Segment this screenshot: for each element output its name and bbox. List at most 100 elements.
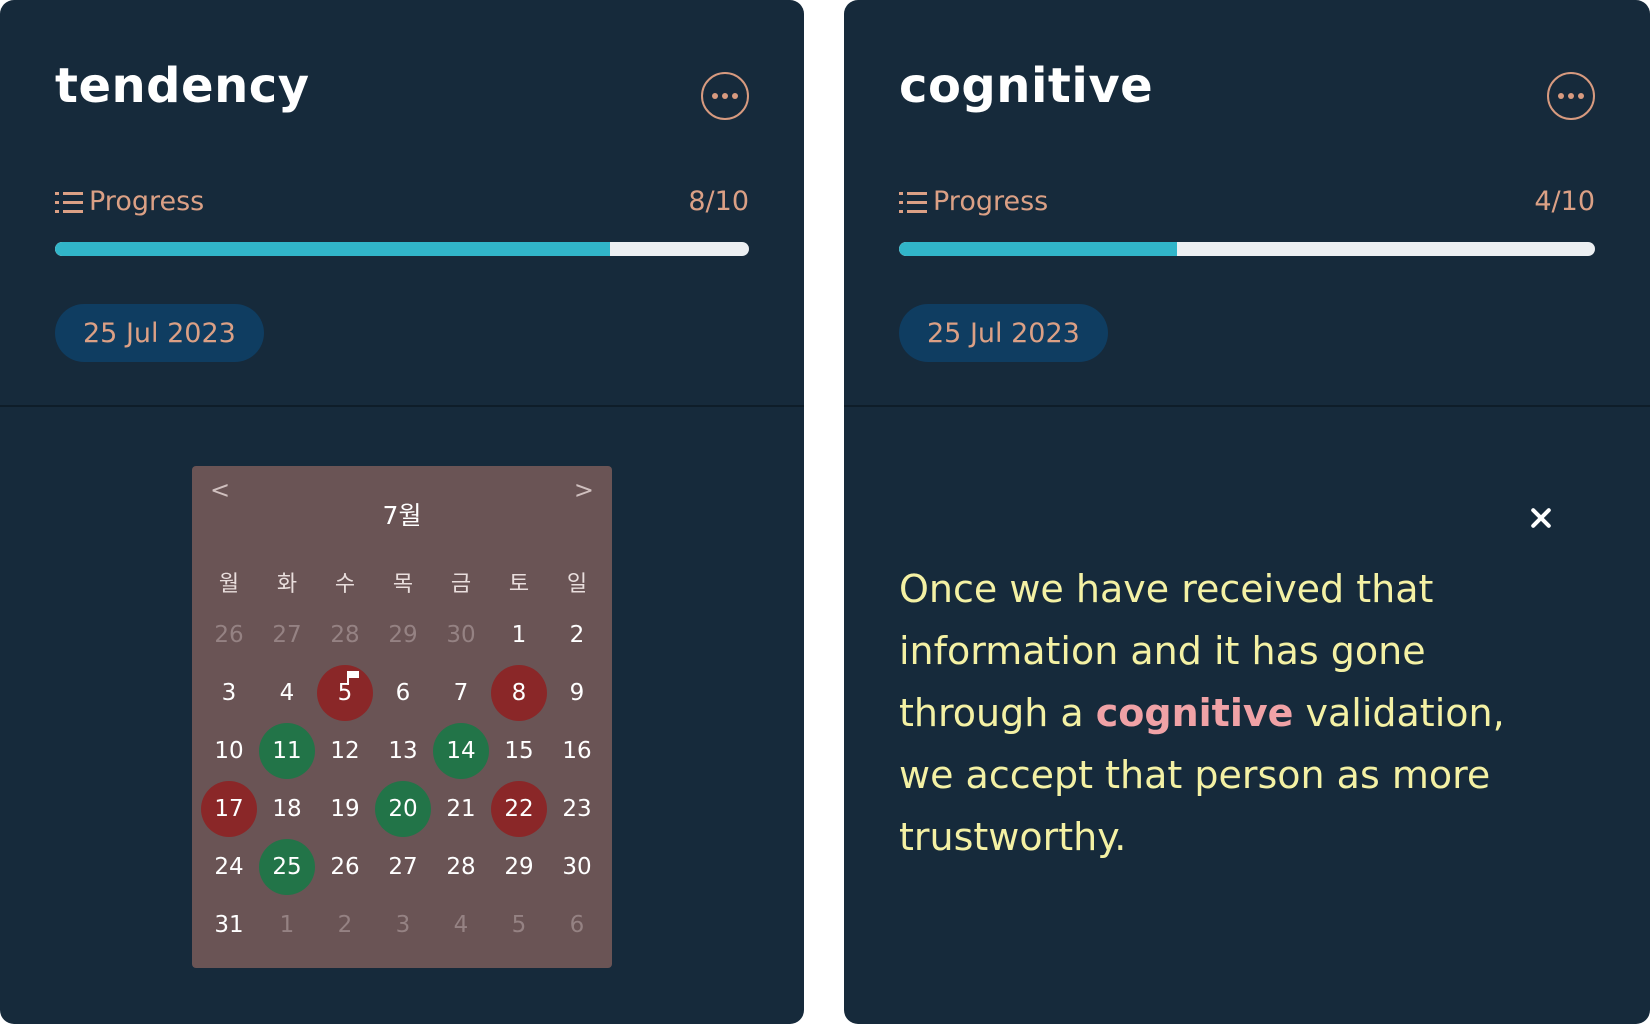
calendar-day[interactable]: 3 (375, 897, 431, 953)
calendar-month-label: 7월 (382, 501, 422, 530)
calendar-day[interactable]: 17 (201, 781, 257, 837)
calendar-day[interactable]: 30 (549, 839, 605, 895)
weekday-label: 일 (566, 572, 588, 597)
flag-icon (347, 671, 359, 685)
calendar-day[interactable]: 20 (375, 781, 431, 837)
calendar-day-number: 3 (221, 680, 237, 706)
calendar-day[interactable]: 27 (259, 607, 315, 663)
weekday-label: 목 (392, 572, 414, 597)
calendar-day-number: 19 (330, 796, 360, 822)
calendar-day-number: 28 (330, 622, 360, 648)
calendar-day[interactable]: 2 (549, 607, 605, 663)
calendar-day[interactable]: 24 (201, 839, 257, 895)
progress-row: Progress 8/10 (55, 186, 749, 222)
progress-label: Progress (933, 186, 1049, 217)
calendar-day[interactable]: 5 (491, 897, 547, 953)
more-dot-icon (1578, 93, 1584, 99)
more-dot-icon (1568, 93, 1574, 99)
calendar-day-number: 22 (504, 796, 534, 822)
more-options-button[interactable] (1547, 72, 1595, 120)
calendar-day[interactable]: 4 (259, 665, 315, 721)
card-cognitive: cognitive Progress 4/10 25 Jul 2023 Once… (844, 0, 1650, 1024)
calendar-day-number: 10 (214, 738, 244, 764)
calendar-day[interactable]: 14 (433, 723, 489, 779)
more-dot-icon (712, 93, 718, 99)
calendar-day-number: 4 (453, 912, 469, 938)
calendar-day[interactable]: 9 (549, 665, 605, 721)
calendar-day-number: 14 (446, 738, 476, 764)
more-dot-icon (732, 93, 738, 99)
calendar-day[interactable]: 1 (259, 897, 315, 953)
calendar-day-number: 16 (562, 738, 592, 764)
calendar-day[interactable]: 5 (317, 665, 373, 721)
more-dot-icon (722, 93, 728, 99)
calendar-day-number: 21 (446, 796, 476, 822)
calendar-day[interactable]: 11 (259, 723, 315, 779)
calendar-day-number: 17 (214, 796, 244, 822)
calendar-day[interactable]: 21 (433, 781, 489, 837)
progress-count: 8/10 (688, 186, 749, 217)
calendar-day-number: 27 (272, 622, 302, 648)
calendar-day-number: 3 (395, 912, 411, 938)
calendar-day[interactable]: 13 (375, 723, 431, 779)
close-icon[interactable] (1528, 505, 1554, 531)
calendar-day-number: 26 (214, 622, 244, 648)
calendar: < > 7월 월화수목금토일 26 27 28 29 30 1 2 3 4 5 6 7 8 9 10 11 12… (192, 466, 612, 968)
card-title: tendency (55, 58, 310, 114)
calendar-day[interactable]: 16 (549, 723, 605, 779)
progress-bar-fill (899, 242, 1178, 256)
calendar-day-number: 30 (562, 854, 592, 880)
calendar-day[interactable]: 6 (549, 897, 605, 953)
date-badge: 25 Jul 2023 (55, 304, 264, 362)
calendar-day-number: 29 (504, 854, 534, 880)
card-header: tendency Progress 8/10 25 Jul 2023 (0, 0, 804, 407)
calendar-day-number: 29 (388, 622, 418, 648)
calendar-day[interactable]: 29 (375, 607, 431, 663)
calendar-day[interactable]: 8 (491, 665, 547, 721)
calendar-day[interactable]: 2 (317, 897, 373, 953)
date-badge: 25 Jul 2023 (899, 304, 1108, 362)
weekday-label: 월 (218, 572, 240, 597)
progress-bar-fill (55, 242, 611, 256)
card-tendency: tendency Progress 8/10 25 Jul 2023 < > 7… (0, 0, 804, 1024)
calendar-day[interactable]: 4 (433, 897, 489, 953)
calendar-day[interactable]: 22 (491, 781, 547, 837)
weekday-label: 수 (334, 572, 356, 597)
calendar-day-number: 13 (388, 738, 418, 764)
calendar-day[interactable]: 7 (433, 665, 489, 721)
calendar-day[interactable]: 23 (549, 781, 605, 837)
calendar-day[interactable]: 31 (201, 897, 257, 953)
calendar-day-number: 30 (446, 622, 476, 648)
more-dot-icon (1558, 93, 1564, 99)
calendar-day[interactable]: 25 (259, 839, 315, 895)
calendar-day[interactable]: 18 (259, 781, 315, 837)
calendar-day-number: 20 (388, 796, 418, 822)
calendar-day[interactable]: 26 (317, 839, 373, 895)
calendar-day[interactable]: 29 (491, 839, 547, 895)
calendar-day[interactable]: 3 (201, 665, 257, 721)
calendar-day[interactable]: 12 (317, 723, 373, 779)
calendar-day-number: 26 (330, 854, 360, 880)
calendar-day-number: 1 (511, 622, 527, 648)
calendar-day-number: 23 (562, 796, 592, 822)
progress-bar (55, 242, 749, 256)
weekday-label: 화 (276, 572, 298, 597)
calendar-day[interactable]: 15 (491, 723, 547, 779)
calendar-day-number: 7 (453, 680, 469, 706)
calendar-day[interactable]: 19 (317, 781, 373, 837)
calendar-day[interactable]: 27 (375, 839, 431, 895)
card-title: cognitive (899, 58, 1154, 114)
calendar-day[interactable]: 26 (201, 607, 257, 663)
calendar-day[interactable]: 30 (433, 607, 489, 663)
calendar-day[interactable]: 1 (491, 607, 547, 663)
list-icon (899, 190, 927, 214)
calendar-day[interactable]: 6 (375, 665, 431, 721)
calendar-day[interactable]: 28 (433, 839, 489, 895)
progress-count: 4/10 (1534, 186, 1595, 217)
more-options-button[interactable] (701, 72, 749, 120)
calendar-day-number: 9 (569, 680, 585, 706)
progress-bar (899, 242, 1595, 256)
calendar-day[interactable]: 10 (201, 723, 257, 779)
calendar-day-number: 8 (511, 680, 527, 706)
calendar-day[interactable]: 28 (317, 607, 373, 663)
